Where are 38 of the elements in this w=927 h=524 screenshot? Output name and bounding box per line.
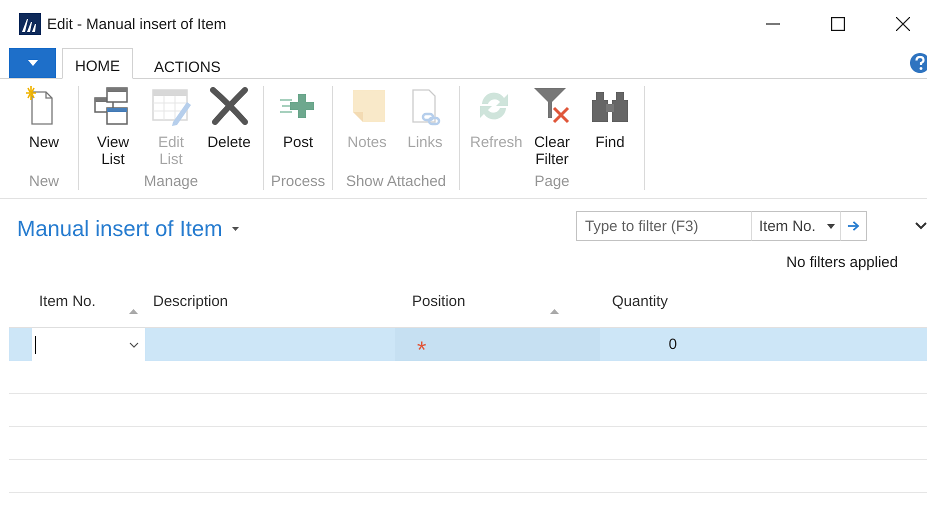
x-icon (209, 86, 249, 126)
ribbon-button[interactable]: Find (582, 86, 638, 171)
maximize-icon[interactable] (831, 17, 845, 31)
app-logo-icon (19, 13, 41, 35)
ribbon-button[interactable]: Clear Filter (524, 86, 580, 171)
ribbon-group-label: Manage (144, 173, 198, 190)
ribbon-group-label: New (28, 173, 59, 190)
column-header[interactable]: Item No. (39, 292, 96, 310)
caret-icon (827, 224, 836, 228)
ribbon-group-label: Show Attached (346, 173, 446, 190)
chevron-down-icon[interactable] (915, 222, 927, 230)
close-icon[interactable] (896, 17, 910, 31)
chevron-down-icon[interactable] (129, 342, 139, 348)
item-no-field[interactable] (32, 328, 145, 361)
arrow-right-icon[interactable] (840, 211, 867, 241)
caret-icon[interactable] (232, 227, 240, 231)
filter-status: No filters applied (786, 254, 898, 271)
ribbon-button[interactable]: New (16, 86, 72, 171)
window-title: Edit - Manual insert of Item (47, 16, 226, 32)
column-header[interactable]: Quantity (612, 292, 668, 310)
column-header[interactable]: Position (412, 292, 466, 310)
ribbon-button[interactable]: Delete (201, 86, 257, 171)
ribbon-button[interactable]: Post (270, 86, 326, 171)
ribbon-tab[interactable]: ACTIONS (141, 48, 234, 79)
page-title: Manual insert of Item (17, 216, 222, 242)
ribbon-tab[interactable]: HOME (62, 48, 133, 79)
help-icon[interactable] (909, 52, 927, 74)
app-menu-button[interactable] (9, 48, 56, 78)
column-header[interactable]: Description (153, 292, 228, 310)
filter-clear-icon (532, 86, 572, 126)
table-row[interactable]: * 0 (9, 327, 927, 361)
ribbon-button[interactable]: View List (85, 86, 141, 171)
caret-icon (28, 60, 38, 66)
ribbon-group-label: Page (534, 173, 570, 190)
filter-field[interactable]: Type to filter (F3) (576, 211, 752, 241)
table-cell: 0 (668, 336, 677, 353)
filter-column-dropdown[interactable]: Item No. (752, 211, 840, 241)
ribbon-group-label: Process (270, 173, 326, 190)
